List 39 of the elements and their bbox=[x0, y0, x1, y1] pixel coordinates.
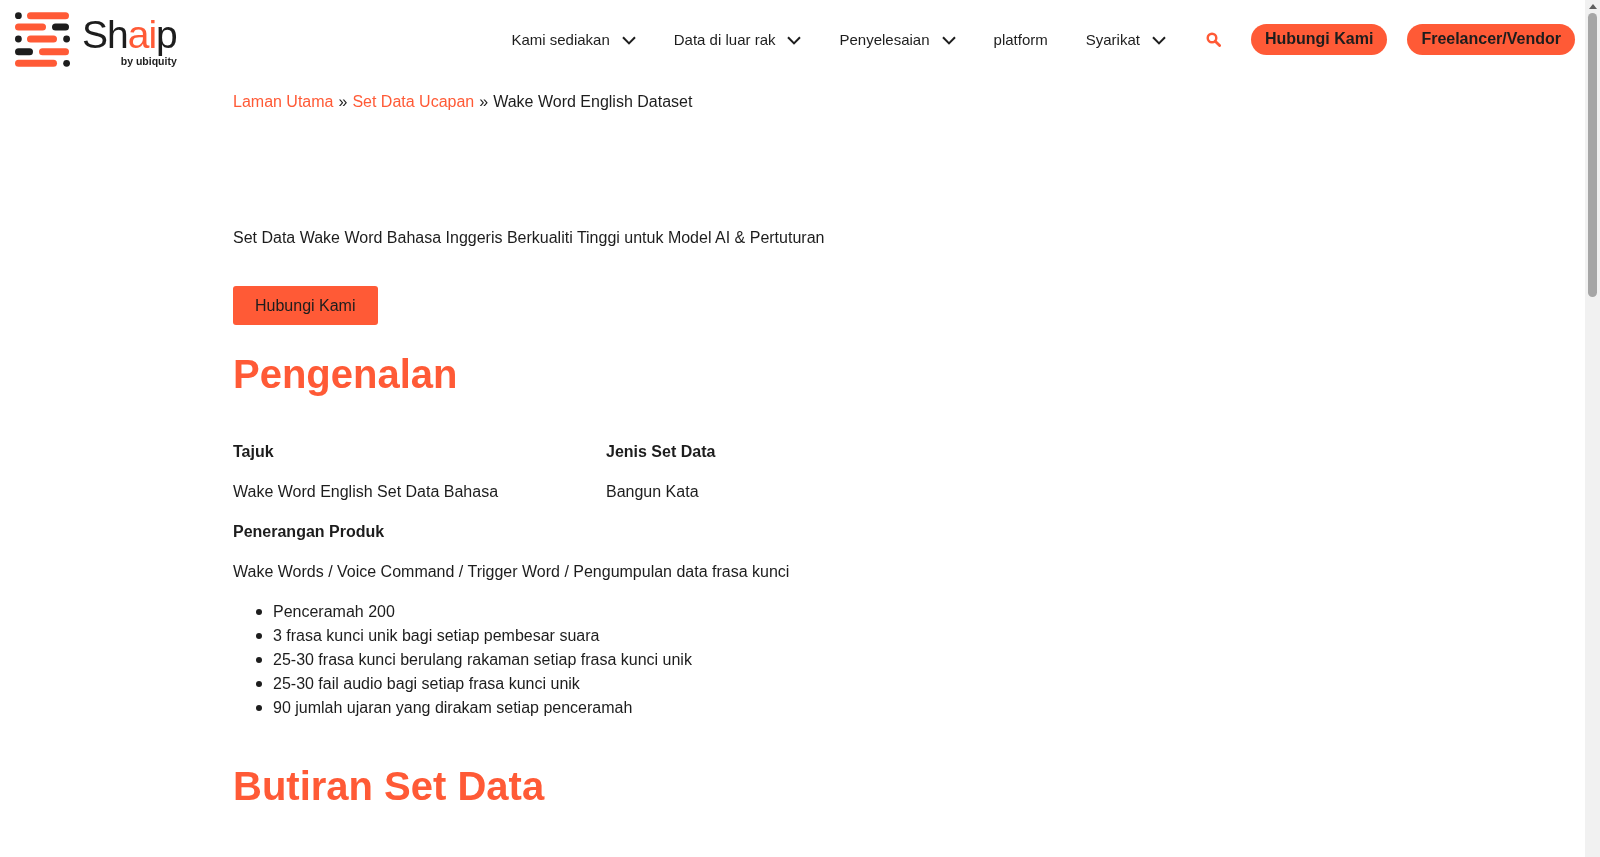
bullet-icon bbox=[256, 681, 262, 687]
scroll-up-icon[interactable] bbox=[1588, 4, 1597, 9]
breadcrumb-separator: » bbox=[479, 92, 489, 112]
page-subtitle: Set Data Wake Word Bahasa Inggeris Berkualiti Tinggi untuk Model AI & Pertuturan bbox=[233, 228, 826, 248]
nav-link[interactable]: Kami sediakan bbox=[511, 30, 636, 48]
nav-link[interactable]: Syarikat bbox=[1085, 30, 1166, 48]
header-button[interactable]: Freelancer/Vendor bbox=[1407, 23, 1575, 55]
field-label: Tajuk bbox=[233, 442, 275, 462]
brand-name[interactable]: Shaip bbox=[82, 15, 177, 54]
contact-button[interactable]: Hubungi Kami bbox=[233, 286, 378, 325]
list-item-text: 3 frasa kunci unik bagi setiap pembesar suara bbox=[273, 627, 600, 645]
list-item-text: 25-30 fail audio bagi setiap frasa kunci unik bbox=[273, 675, 580, 693]
nav-link[interactable]: Data di luar rak bbox=[673, 30, 802, 48]
field-value: Bangun Kata bbox=[606, 482, 700, 502]
section-heading: Pengenalan bbox=[233, 351, 459, 398]
section-heading: Butiran Set Data bbox=[233, 763, 546, 810]
search-icon[interactable] bbox=[1205, 31, 1221, 47]
list-item-text: Penceramah 200 bbox=[273, 603, 395, 621]
header-button[interactable]: Hubungi Kami bbox=[1250, 23, 1388, 55]
chevron-down-icon bbox=[621, 35, 636, 45]
chevron-down-icon bbox=[1151, 35, 1166, 45]
bullet-icon bbox=[256, 609, 262, 615]
breadcrumb-separator: » bbox=[338, 92, 348, 112]
bullet-icon bbox=[256, 633, 262, 639]
chevron-down-icon bbox=[941, 35, 956, 45]
nav-link[interactable]: Penyelesaian bbox=[839, 30, 956, 48]
nav-link[interactable]: platform bbox=[993, 30, 1048, 48]
field-value: Wake Word English Set Data Bahasa bbox=[233, 482, 500, 502]
breadcrumb-current: Wake Word English Dataset bbox=[493, 92, 693, 112]
field-label: Jenis Set Data bbox=[606, 442, 717, 462]
product-description: Wake Words / Voice Command / Trigger Word / Pengumpulan data frasa kunci bbox=[233, 562, 791, 582]
bullet-icon bbox=[256, 657, 262, 663]
chevron-down-icon bbox=[787, 35, 802, 45]
logo-icon[interactable] bbox=[15, 11, 70, 67]
list-item-text: 25-30 frasa kunci berulang rakaman setiap frasa kunci unik bbox=[273, 651, 692, 669]
field-label: Penerangan Produk bbox=[233, 522, 386, 542]
list-item-text: 90 jumlah ujaran yang dirakam setiap penceramah bbox=[273, 699, 633, 717]
scrollbar-thumb[interactable] bbox=[1588, 13, 1597, 297]
bullet-icon bbox=[256, 705, 262, 711]
